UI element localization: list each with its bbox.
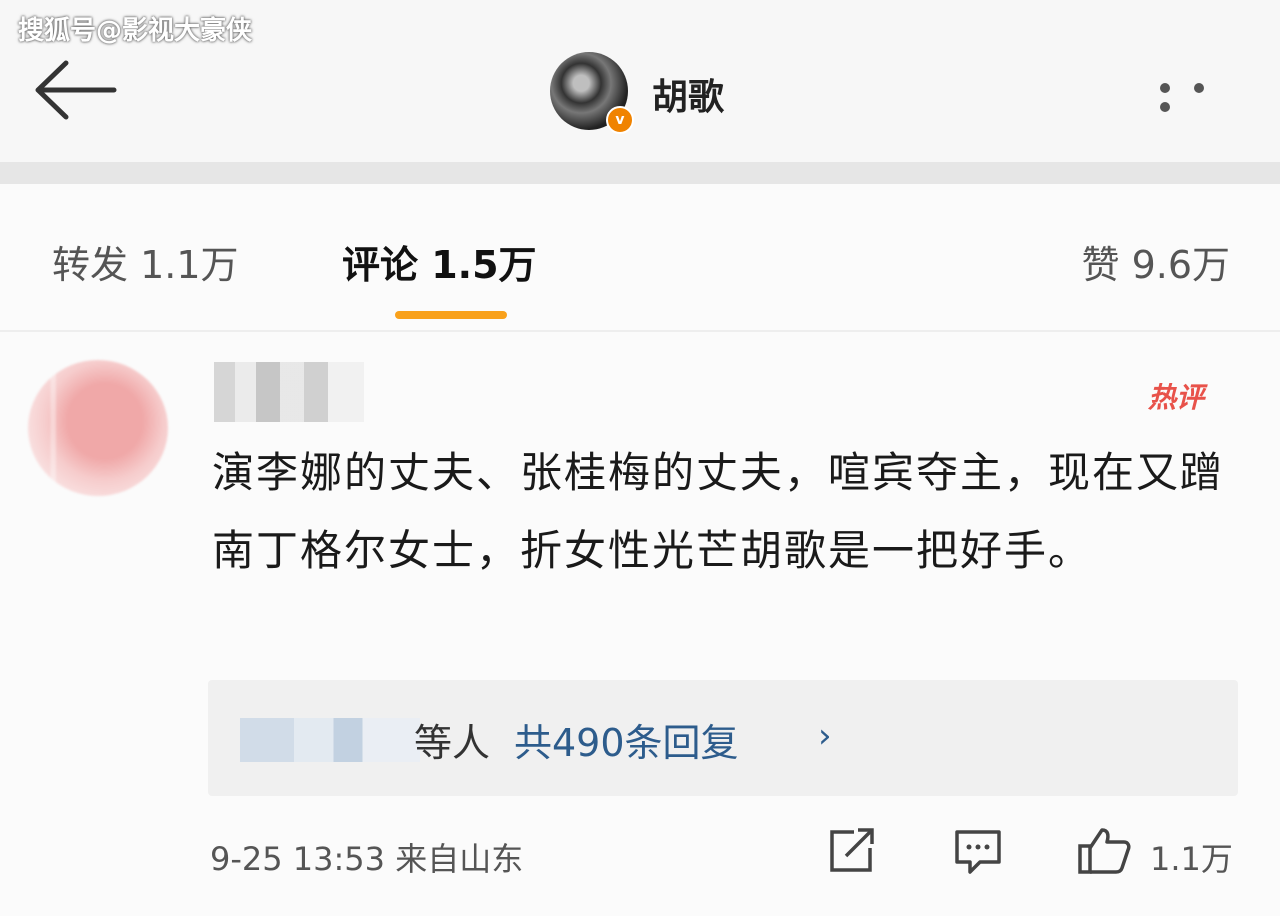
like-button[interactable]: 1.1万: [1076, 826, 1236, 878]
more-dots-icon: [1160, 83, 1170, 93]
share-icon: [830, 828, 874, 872]
comment-text: 演李娜的丈夫、张桂梅的丈夫，喧宾夺主，现在又蹭南丁格尔女士，折女性光芒胡歌是一把…: [212, 448, 1225, 575]
comment-icon: [955, 830, 1001, 874]
commenter-name-blurred[interactable]: [214, 362, 364, 422]
comment-item: 热评 演李娜的丈夫、张桂梅的丈夫，喧宾夺主，现在又蹭南丁格尔女士，折女性光芒胡歌…: [0, 332, 1280, 916]
tab-likes[interactable]: 赞 9.6万: [1081, 234, 1230, 289]
tab-bar: 转发 1.1万 评论 1.5万 赞 9.6万: [0, 184, 1280, 330]
back-button[interactable]: [30, 55, 120, 125]
comment-button[interactable]: [952, 826, 1004, 876]
like-count: 1.1万: [1150, 840, 1233, 878]
thumbs-up-icon: [1078, 828, 1131, 874]
arrow-left-icon: [35, 60, 117, 120]
reply-names-blurred: [240, 718, 420, 762]
tab-repost[interactable]: 转发 1.1万: [52, 234, 239, 289]
watermark: 搜狐号@影视大豪侠: [18, 16, 253, 46]
commenter-avatar[interactable]: [28, 360, 168, 496]
comment-meta: 9-25 13:53 来自山东: [210, 840, 524, 878]
page-title: 胡歌: [652, 77, 725, 118]
share-button[interactable]: [826, 826, 878, 876]
hot-comment-badge: 热评: [1148, 381, 1205, 414]
chevron-right-icon: ›: [818, 716, 832, 756]
reply-people-label: 等人: [414, 721, 491, 765]
active-tab-indicator: [395, 311, 507, 319]
verified-badge: v: [606, 106, 634, 134]
more-button[interactable]: [1160, 78, 1260, 112]
section-divider: [0, 162, 1280, 184]
tab-comments[interactable]: 评论 1.5万: [342, 234, 537, 289]
reply-count-link[interactable]: 共490条回复: [514, 712, 739, 767]
replies-summary[interactable]: 等人 共490条回复 ›: [208, 680, 1238, 796]
